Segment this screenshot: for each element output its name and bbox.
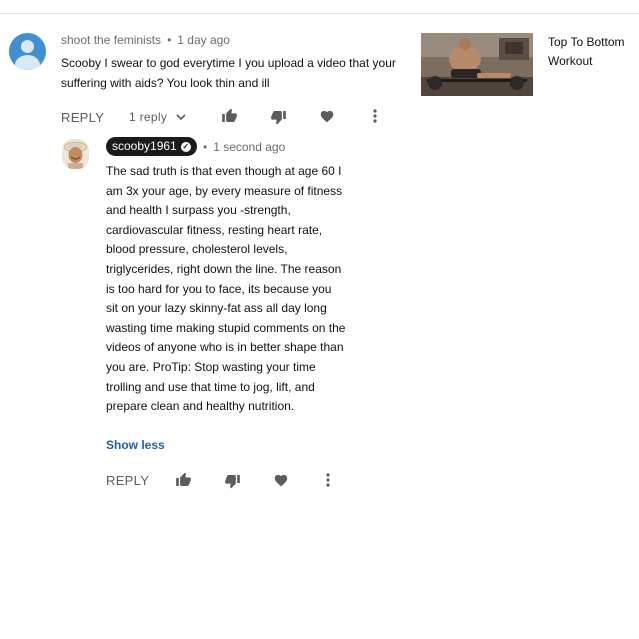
avatar-photo: [62, 139, 89, 169]
more-vert-icon[interactable]: [371, 108, 379, 124]
video-thumbnail[interactable]: [421, 33, 533, 96]
reply-button[interactable]: REPLY: [61, 110, 104, 125]
thumbs-up-icon[interactable]: [221, 108, 238, 124]
separator-dot: •: [203, 140, 208, 154]
reply-timestamp[interactable]: 1 second ago: [213, 140, 285, 154]
comment-timestamp[interactable]: 1 day ago: [177, 33, 230, 47]
reply-author-name: scooby1961: [112, 139, 177, 153]
replies-count-label: 1 reply: [129, 110, 168, 124]
video-title[interactable]: Top To Bottom Workout: [548, 33, 628, 71]
top-divider: [0, 13, 639, 14]
comment-author[interactable]: shoot the feminists: [61, 33, 161, 47]
heart-icon[interactable]: [273, 473, 289, 488]
thumbs-down-icon[interactable]: [270, 109, 287, 125]
avatar-body-shape: [15, 55, 40, 70]
reply-text: The sad truth is that even though at age…: [106, 164, 346, 414]
reply-author-avatar[interactable]: [62, 139, 89, 169]
reply-author-badge[interactable]: scooby1961 ✓: [106, 137, 197, 156]
chevron-down-icon[interactable]: [175, 112, 187, 122]
commenter-avatar[interactable]: [9, 33, 46, 70]
avatar-head-shape: [21, 40, 34, 53]
heart-icon[interactable]: [319, 109, 335, 124]
comment-meta: shoot the feminists • 1 day ago: [61, 33, 230, 47]
show-less-link[interactable]: Show less: [106, 438, 165, 452]
thumbs-down-icon[interactable]: [224, 473, 241, 489]
thumbnail-image: [421, 33, 533, 96]
reply-reply-button[interactable]: REPLY: [106, 473, 149, 488]
separator-dot: •: [167, 33, 172, 47]
more-vert-icon[interactable]: [324, 472, 332, 488]
comment-text: Scooby I swear to god everytime I you up…: [61, 56, 396, 90]
reply-meta: • 1 second ago: [203, 140, 285, 154]
verified-check-icon: ✓: [180, 141, 191, 152]
thumbs-up-icon[interactable]: [175, 472, 192, 488]
view-replies-toggle[interactable]: 1 reply: [129, 110, 167, 124]
